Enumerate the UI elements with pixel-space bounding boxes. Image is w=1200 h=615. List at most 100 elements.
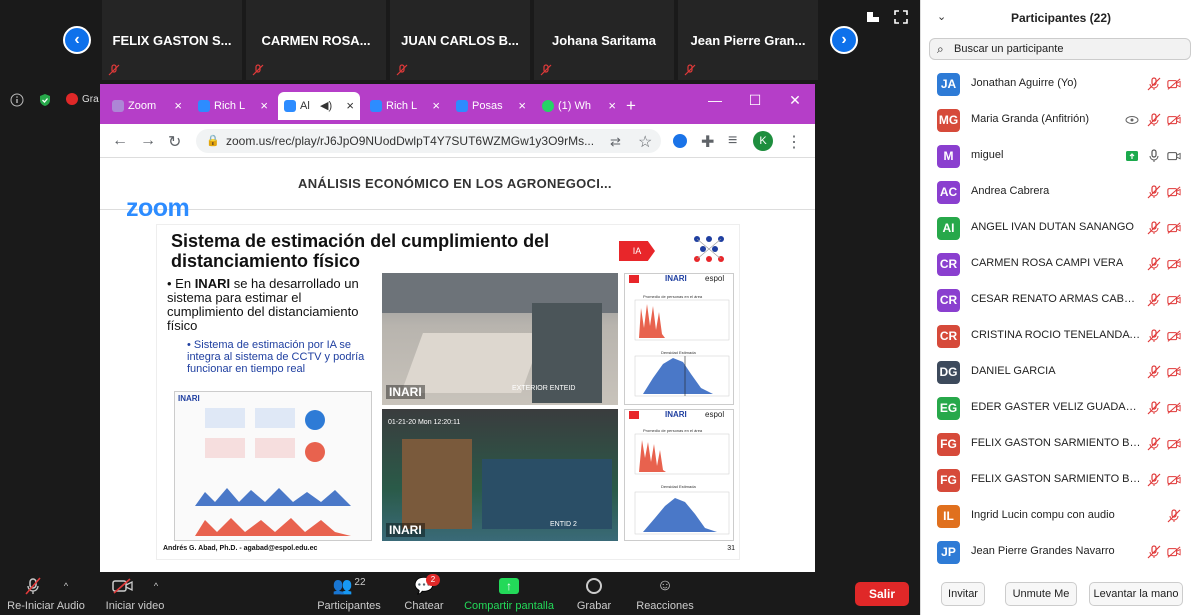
mic-muted-icon[interactable] (1147, 77, 1161, 91)
whatsapp-icon (542, 100, 554, 112)
extension-icon[interactable] (673, 134, 687, 148)
minimize-icon[interactable]: — (695, 84, 735, 116)
profile-avatar[interactable]: K (753, 131, 773, 151)
slide-footer: Andrés G. Abad, Ph.D. - agabad@espol.edu… (163, 545, 318, 552)
video-off-icon[interactable] (1167, 365, 1181, 379)
info-icon[interactable] (10, 93, 24, 107)
mic-muted-icon[interactable] (1167, 509, 1181, 523)
browser-tab[interactable]: Posas × (450, 92, 532, 120)
participants-button[interactable]: 👥 22 Participantes (316, 576, 382, 613)
playlist-icon[interactable]: ≡ (728, 132, 737, 150)
video-off-icon[interactable] (1167, 437, 1181, 451)
mic-muted-icon[interactable] (1147, 545, 1161, 559)
video-off-icon[interactable] (1167, 401, 1181, 415)
back-icon[interactable]: ← (112, 132, 128, 150)
video-tile[interactable]: CARMEN ROSA... (246, 0, 386, 80)
reload-icon[interactable]: ↻ (168, 132, 181, 152)
video-tile[interactable]: JUAN CARLOS B... (390, 0, 530, 80)
browser-tab[interactable]: (1) Wh × (536, 92, 622, 120)
zoom-icon (198, 100, 210, 112)
video-tile[interactable]: Jean Pierre Gran... (678, 0, 818, 80)
search-icon: ⌕ (937, 42, 944, 56)
share-screen-button[interactable]: ↑ Compartir pantalla (462, 576, 556, 612)
chat-button[interactable]: 💬 2 Chatear (400, 574, 448, 612)
video-off-icon[interactable] (1167, 545, 1181, 559)
mic-muted-icon[interactable] (1147, 221, 1161, 235)
participant-row[interactable]: FG FELIX GASTON SARMIENTO BOL... (921, 463, 1200, 499)
close-tab-icon[interactable]: × (432, 98, 440, 113)
mic-on-icon[interactable] (1147, 149, 1161, 163)
mic-muted-icon[interactable] (1147, 257, 1161, 271)
avatar: JA (937, 73, 960, 96)
video-on-icon[interactable] (1167, 149, 1181, 163)
view-toggle-icon[interactable] (866, 10, 880, 24)
participant-row[interactable]: EG EDER GASTER VELIZ GUADAMUD (921, 391, 1200, 427)
close-tab-icon[interactable]: × (260, 98, 268, 113)
fullscreen-icon[interactable] (894, 10, 908, 24)
browser-tab[interactable]: Rich L × (192, 92, 274, 120)
participant-row[interactable]: MG Maria Granda (Anfitrión) (921, 103, 1200, 139)
video-off-icon[interactable] (1167, 77, 1181, 91)
mic-muted-icon[interactable] (1147, 185, 1161, 199)
close-tab-icon[interactable]: × (608, 98, 616, 113)
translate-icon[interactable]: ⇄ (610, 134, 621, 150)
participant-row[interactable]: Mmiguel (921, 139, 1200, 175)
raise-hand-button[interactable]: Levantar la mano (1089, 582, 1183, 606)
participant-row[interactable]: CR CRISTINA ROCIO TENELANDA ... (921, 319, 1200, 355)
bookmark-star-icon[interactable]: ☆ (638, 132, 652, 152)
video-off-icon[interactable] (1167, 329, 1181, 343)
invite-button[interactable]: Invitar (941, 582, 985, 606)
video-off-icon[interactable] (1167, 257, 1181, 271)
video-tile[interactable]: Johana Saritama (534, 0, 674, 80)
mic-muted-icon[interactable] (1147, 437, 1161, 451)
participant-row[interactable]: AC Andrea Cabrera (921, 175, 1200, 211)
mic-muted-icon[interactable] (1147, 365, 1161, 379)
record-button[interactable]: Grabar (572, 576, 616, 612)
participant-row[interactable]: CR CESAR RENATO ARMAS CABRERA (921, 283, 1200, 319)
participant-row[interactable]: FG FELIX GASTON SARMIENTO BOL... (921, 427, 1200, 463)
close-tab-icon[interactable]: × (518, 98, 526, 113)
participant-row[interactable]: CR CARMEN ROSA CAMPI VERA (921, 247, 1200, 283)
leave-button[interactable]: Salir (855, 582, 909, 606)
close-window-icon[interactable]: ✕ (775, 84, 815, 116)
participant-row[interactable]: AI ANGEL IVAN DUTAN SANANGO (921, 211, 1200, 247)
url-field[interactable]: 🔒 zoom.us/rec/play/rJ6JpO9NUodDwlpT4Y7SUT… (196, 129, 661, 153)
mic-muted-icon[interactable] (1147, 329, 1161, 343)
close-tab-icon[interactable]: × (174, 98, 182, 113)
mic-muted-icon[interactable] (1147, 113, 1161, 127)
participant-row[interactable]: JP Jean Pierre Grandes Navarro (921, 535, 1200, 571)
menu-icon[interactable]: ⋮ (786, 132, 802, 152)
mic-muted-icon[interactable] (1147, 293, 1161, 307)
close-tab-icon[interactable]: × (346, 98, 354, 113)
gallery-prev-button[interactable]: ‹ (63, 26, 91, 54)
puzzle-icon[interactable]: ✚ (701, 132, 714, 152)
participant-row[interactable]: IL Ingrid Lucin compu con audio (921, 499, 1200, 535)
participant-row[interactable]: DG DANIEL GARCIA (921, 355, 1200, 391)
maximize-icon[interactable]: ☐ (735, 84, 775, 116)
video-tile[interactable]: FELIX GASTON S... (102, 0, 242, 80)
video-off-icon[interactable] (1167, 185, 1181, 199)
video-off-icon[interactable] (1167, 293, 1181, 307)
participant-name: CRISTINA ROCIO TENELANDA ... (971, 329, 1141, 341)
browser-tab[interactable]: Zoom × (106, 92, 188, 120)
reactions-button[interactable]: ☺ Reacciones (634, 576, 696, 612)
mic-muted-icon (540, 64, 552, 76)
new-tab-button[interactable]: + (626, 96, 636, 116)
gallery-next-button[interactable]: › (830, 26, 858, 54)
participant-row[interactable]: JA Jonathan Aguirre (Yo) (921, 67, 1200, 103)
security-shield-icon[interactable] (38, 93, 52, 107)
forward-icon[interactable]: → (140, 132, 156, 150)
video-off-icon[interactable] (1167, 221, 1181, 235)
video-button[interactable]: ^ Iniciar video (100, 576, 170, 612)
mic-muted-icon[interactable] (1147, 401, 1161, 415)
participant-search-input[interactable]: ⌕ Buscar un participante (929, 38, 1191, 60)
audio-button[interactable]: ^ Re-Iniciar Audio (4, 576, 88, 612)
video-off-icon[interactable] (1167, 473, 1181, 487)
unmute-me-button[interactable]: Unmute Me (1005, 582, 1077, 606)
participant-name: Jonathan Aguirre (Yo) (971, 77, 1077, 89)
video-off-icon[interactable] (1167, 113, 1181, 127)
browser-tab[interactable]: Rich L × (364, 92, 446, 120)
browser-tab-active[interactable]: Al ◀) × (278, 92, 360, 120)
mic-muted-icon[interactable] (1147, 473, 1161, 487)
mic-muted-icon (396, 64, 408, 76)
